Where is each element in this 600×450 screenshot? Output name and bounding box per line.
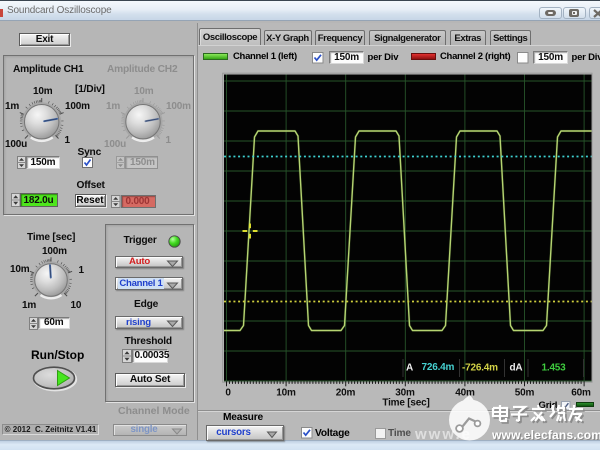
svg-text:Time [sec]: Time [sec] (382, 398, 429, 409)
svg-text:A: A (406, 363, 413, 374)
svg-text:0: 0 (225, 388, 231, 399)
svg-text:dA: dA (510, 363, 523, 374)
svg-text:-726.4m: -726.4m (462, 363, 498, 374)
svg-text:20m: 20m (336, 388, 356, 399)
svg-text:10m: 10m (276, 388, 296, 399)
svg-text:726.4m: 726.4m (422, 362, 455, 373)
svg-text:1.453: 1.453 (542, 363, 567, 374)
